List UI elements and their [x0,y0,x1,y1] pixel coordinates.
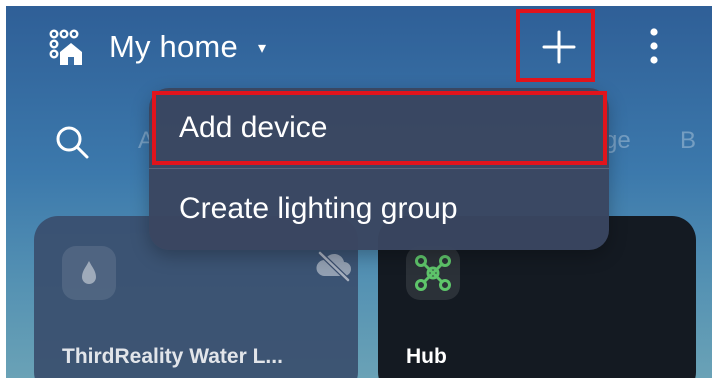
app-screen: My home ▾ A ge B ThirdReality Water L...… [6,6,712,378]
highlight-box-add [516,9,595,82]
home-title[interactable]: My home [109,28,238,66]
more-vertical-icon[interactable] [636,22,672,68]
search-icon[interactable] [54,124,90,160]
highlight-box-add-device [152,91,607,165]
menu-item-label: Create lighting group [179,192,458,225]
cloud-off-icon [314,250,354,282]
device-name: ThirdReality Water L... [62,345,283,368]
tab-room[interactable]: B [680,126,696,156]
header: My home ▾ [6,6,712,90]
hub-icon [406,246,460,300]
menu-item-create-lighting-group[interactable]: Create lighting group [149,169,609,249]
device-name: Hub [406,345,447,368]
water-drop-icon [62,246,116,300]
chevron-down-icon[interactable]: ▾ [258,36,266,62]
home-switch-icon[interactable] [47,28,83,66]
